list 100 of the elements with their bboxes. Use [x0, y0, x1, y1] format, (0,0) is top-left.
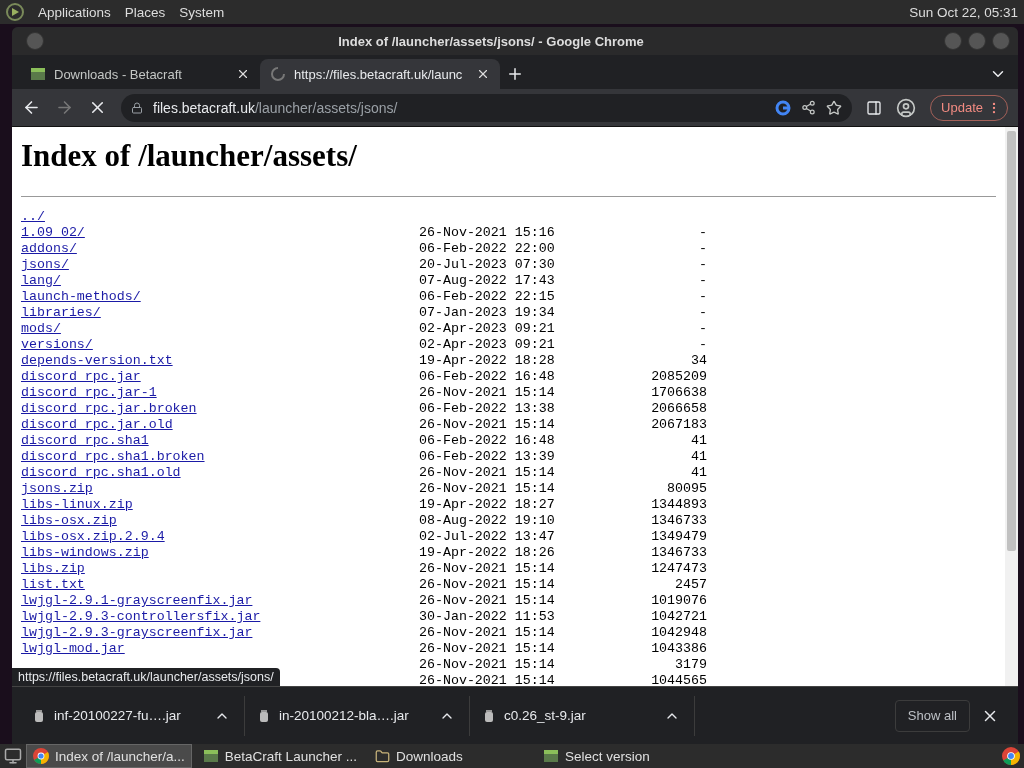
- google-icon[interactable]: [775, 99, 792, 116]
- file-size: 41: [690, 433, 707, 449]
- modified-date: 19-Apr-2022 18:28: [419, 353, 556, 369]
- profile-icon[interactable]: [896, 97, 917, 118]
- file-size: -: [698, 257, 707, 273]
- taskbar-item[interactable]: Select version: [535, 744, 700, 768]
- browser-tab[interactable]: https://files.betacraft.uk/launc: [260, 59, 500, 89]
- taskbar-label: Select version: [564, 748, 650, 764]
- panel-menu[interactable]: Applications: [38, 4, 111, 20]
- file-link[interactable]: versions/: [21, 337, 93, 353]
- file-link[interactable]: list.txt: [21, 577, 85, 593]
- file-link[interactable]: discord_rpc.jar.old: [21, 417, 173, 433]
- file-size: 1344893: [650, 497, 707, 513]
- file-size: 41: [690, 449, 707, 465]
- modified-date: 07-Jan-2023 19:34: [419, 305, 556, 321]
- file-link[interactable]: ../: [21, 209, 45, 225]
- file-link[interactable]: jsons/: [21, 257, 69, 273]
- jar-file-icon: [259, 708, 269, 723]
- file-size: 1042721: [650, 609, 707, 625]
- close-tab-icon[interactable]: [476, 67, 490, 81]
- back-icon[interactable]: [22, 98, 41, 117]
- file-link[interactable]: launch-methods/: [21, 289, 141, 305]
- file-link[interactable]: discord_rpc.jar.broken: [21, 401, 197, 417]
- file-link[interactable]: lwjgl-mod.jar: [21, 641, 125, 657]
- clock: Sun Oct 22, 05:31: [909, 4, 1018, 20]
- file-size: 1042948: [650, 625, 707, 641]
- file-link[interactable]: libs-osx.zip.2.9.4: [21, 529, 165, 545]
- file-link[interactable]: libraries/: [21, 305, 101, 321]
- file-link[interactable]: depends-version.txt: [21, 353, 173, 369]
- file-size: 1349479: [650, 529, 707, 545]
- file-size: 2457: [674, 577, 707, 593]
- panel-menu[interactable]: Places: [124, 4, 166, 20]
- file-size: 2085209: [650, 369, 707, 385]
- taskbar-item[interactable]: Index of /launcher/a...: [26, 744, 192, 768]
- modified-date: 26-Nov-2021 15:14: [419, 417, 556, 433]
- block-logo-icon: [542, 749, 559, 763]
- file-size: 1346733: [650, 545, 707, 561]
- jar-file-icon: [34, 708, 44, 723]
- file-link[interactable]: mods/: [21, 321, 61, 337]
- new-tab-icon[interactable]: [506, 65, 524, 83]
- download-filename: inf-20100227-fu….jar: [54, 708, 182, 723]
- modified-date: 26-Nov-2021 15:14: [419, 385, 556, 401]
- url-text: files.betacraft.uk/launcher/assets/jsons/: [153, 99, 398, 116]
- file-size: 2067183: [650, 417, 707, 433]
- modified-date: 06-Feb-2022 22:15: [419, 289, 556, 305]
- modified-date: 02-Jul-2022 13:47: [419, 529, 556, 545]
- file-link[interactable]: discord_rpc.sha1: [21, 433, 149, 449]
- file-size: 80095: [666, 481, 707, 497]
- modified-date: 26-Nov-2021 15:14: [419, 625, 556, 641]
- download-item[interactable]: c0.26_st-9.jar: [470, 695, 695, 736]
- file-link[interactable]: 1.09_02/: [21, 225, 85, 241]
- share-icon[interactable]: [801, 100, 817, 115]
- modified-date: 02-Apr-2023 09:21: [419, 337, 556, 353]
- file-link[interactable]: lang/: [21, 273, 61, 289]
- show-all-button[interactable]: Show all: [894, 699, 970, 732]
- modified-date: 26-Nov-2021 15:14: [419, 657, 556, 673]
- close-tab-icon[interactable]: [236, 67, 250, 81]
- file-link[interactable]: lwjgl-2.9.3-controllersfix.jar: [21, 609, 261, 625]
- panel-menu[interactable]: System: [179, 4, 225, 20]
- file-link[interactable]: discord_rpc.sha1.broken: [21, 449, 205, 465]
- modified-date: 07-Aug-2022 17:43: [419, 273, 556, 289]
- scrollbar[interactable]: [1005, 127, 1018, 686]
- file-size: 1706638: [650, 385, 707, 401]
- download-item[interactable]: inf-20100227-fu….jar: [20, 695, 245, 736]
- folder-icon: [374, 748, 390, 764]
- taskbar-item[interactable]: Downloads: [367, 744, 532, 768]
- file-link[interactable]: lwjgl-2.9.1-grayscreenfix.jar: [21, 593, 253, 609]
- taskbar-item[interactable]: BetaCraft Launcher ...: [195, 744, 364, 768]
- file-size: 1346733: [650, 513, 707, 529]
- file-link[interactable]: libs.zip: [21, 561, 85, 577]
- file-link[interactable]: jsons.zip: [21, 481, 93, 497]
- modified-date: 06-Feb-2022 22:00: [419, 241, 556, 257]
- side-panel-icon[interactable]: [866, 99, 883, 116]
- modified-date: 06-Feb-2022 16:48: [419, 433, 556, 449]
- logo-icon[interactable]: [6, 3, 24, 21]
- lock-icon: [131, 101, 143, 114]
- file-size: 1019076: [650, 593, 707, 609]
- file-size: 1043386: [650, 641, 707, 657]
- modified-date: 20-Jul-2023 07:30: [419, 257, 556, 273]
- bookmark-star-icon[interactable]: [826, 99, 843, 116]
- file-link[interactable]: libs-osx.zip: [21, 513, 117, 529]
- modified-date: 06-Feb-2022 16:48: [419, 369, 556, 385]
- address-bar[interactable]: files.betacraft.uk/launcher/assets/jsons/: [121, 93, 853, 122]
- file-link[interactable]: addons/: [21, 241, 77, 257]
- modified-date: 26-Nov-2021 15:14: [419, 673, 556, 686]
- loading-spinner-icon: [270, 66, 286, 82]
- file-link[interactable]: lwjgl-2.9.3-grayscreenfix.jar: [21, 625, 253, 641]
- forward-icon[interactable]: [55, 98, 74, 117]
- modified-date: 06-Feb-2022 13:38: [419, 401, 556, 417]
- file-link[interactable]: libs-windows.zip: [21, 545, 149, 561]
- file-link[interactable]: libs-linux.zip: [21, 497, 133, 513]
- file-link[interactable]: discord_rpc.sha1.old: [21, 465, 181, 481]
- download-item[interactable]: in-20100212-bla….jar: [245, 695, 470, 736]
- file-size: 1044565: [650, 673, 707, 686]
- show-desktop-icon[interactable]: [4, 747, 22, 765]
- jar-file-icon: [484, 708, 494, 723]
- file-link[interactable]: discord_rpc.jar: [21, 369, 141, 385]
- file-link[interactable]: discord_rpc.jar-1: [21, 385, 157, 401]
- browser-tab[interactable]: Downloads - Betacraft: [20, 59, 260, 89]
- file-size: -: [698, 305, 707, 321]
